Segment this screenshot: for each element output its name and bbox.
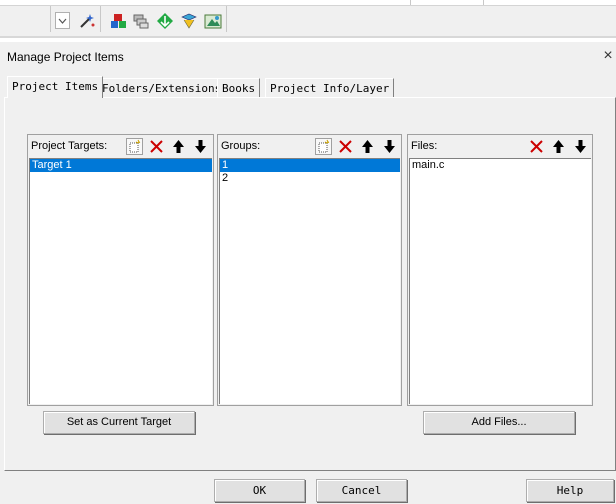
help-button[interactable]: Help xyxy=(526,479,614,502)
move-up-icon[interactable] xyxy=(550,138,567,155)
new-item-icon[interactable] xyxy=(315,138,332,155)
toolbar-separator xyxy=(100,6,101,32)
move-up-icon[interactable] xyxy=(170,138,187,155)
move-down-icon[interactable] xyxy=(192,138,209,155)
dialog-title: Manage Project Items xyxy=(7,50,124,64)
move-down-icon[interactable] xyxy=(381,138,398,155)
files-header: Files: xyxy=(409,136,591,156)
set-as-current-target-button[interactable]: Set as Current Target xyxy=(43,411,195,434)
translate-icon[interactable] xyxy=(110,12,128,30)
toolbar-top-edge xyxy=(0,0,616,6)
batch-build-icon[interactable] xyxy=(132,12,150,30)
magic-wand-icon[interactable] xyxy=(78,12,96,30)
delete-icon[interactable] xyxy=(528,138,545,155)
files-group: Files: main.c xyxy=(407,134,593,406)
targets-list[interactable]: Target 1 xyxy=(29,158,212,404)
list-item[interactable]: 2 xyxy=(220,172,400,185)
delete-icon[interactable] xyxy=(337,138,354,155)
groups-list[interactable]: 1 2 xyxy=(219,158,400,404)
tab-project-items[interactable]: Project Items xyxy=(7,76,104,98)
close-icon[interactable]: × xyxy=(600,46,616,66)
tab-folders-extensions[interactable]: Folders/Extensions xyxy=(97,78,227,97)
files-list[interactable]: main.c xyxy=(409,158,591,404)
groups-label: Groups: xyxy=(221,140,261,152)
delete-icon[interactable] xyxy=(148,138,165,155)
manage-project-items-dialog: Manage Project Items × Project Items Fol… xyxy=(0,42,616,504)
toolbar-separator xyxy=(50,6,51,32)
cancel-button[interactable]: Cancel xyxy=(316,479,407,502)
move-down-icon[interactable] xyxy=(572,138,589,155)
move-up-icon[interactable] xyxy=(359,138,376,155)
project-targets-group: Project Targets: Target 1 xyxy=(27,134,214,406)
toolbar-separator xyxy=(483,0,484,5)
list-item[interactable]: main.c xyxy=(410,159,591,172)
project-targets-label: Project Targets: xyxy=(31,140,108,152)
list-item[interactable]: 1 xyxy=(220,159,400,172)
toolbar-separator xyxy=(410,0,411,5)
combo-dropdown-icon[interactable] xyxy=(55,12,70,29)
download-icon[interactable] xyxy=(156,12,174,30)
project-icon[interactable] xyxy=(204,12,222,30)
files-label: Files: xyxy=(411,140,438,152)
debug-icon[interactable] xyxy=(180,12,198,30)
toolbar-separator xyxy=(226,6,227,32)
add-files-button[interactable]: Add Files... xyxy=(423,411,575,434)
ok-button[interactable]: OK xyxy=(214,479,305,502)
project-targets-header: Project Targets: xyxy=(29,136,212,156)
new-item-icon[interactable] xyxy=(126,138,143,155)
ide-toolbar xyxy=(0,0,616,42)
groups-group: Groups: 1 2 xyxy=(217,134,402,406)
groups-header: Groups: xyxy=(219,136,400,156)
tab-project-info-layer[interactable]: Project Info/Layer xyxy=(265,78,395,97)
list-item[interactable]: Target 1 xyxy=(30,159,212,172)
tab-books[interactable]: Books xyxy=(217,78,261,97)
